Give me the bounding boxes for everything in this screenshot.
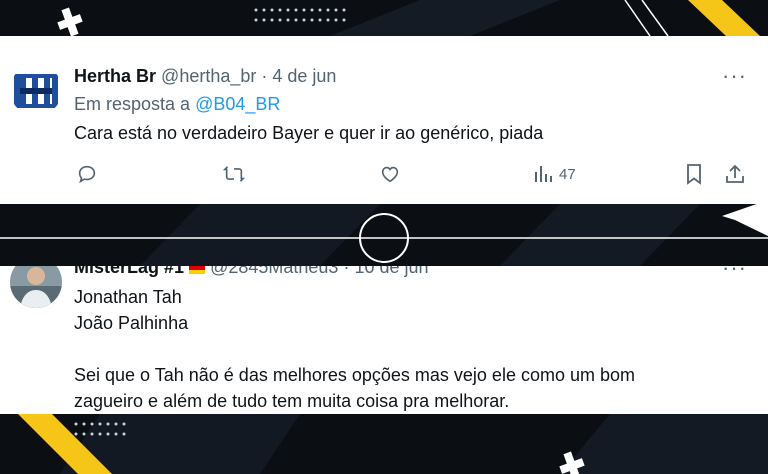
hertha-logo-icon [10, 64, 62, 116]
separator: · [256, 66, 273, 86]
tweet-text: Cara está no verdadeiro Bayer e quer ir … [74, 123, 544, 143]
timestamp[interactable]: 10 de jun [354, 266, 428, 277]
separator: · [338, 266, 355, 277]
share-icon [726, 164, 744, 183]
tweet-line: Jonathan Tah [74, 287, 182, 307]
tweet-line: Sei que o Tah não é das melhores opções … [74, 365, 635, 385]
tweet-line: zagueiro e além de tudo tem muita coisa … [74, 391, 510, 411]
display-name[interactable]: Hertha Br [74, 66, 156, 86]
tweet-text: Jonathan Tah João Palhinha Sei que o Tah… [74, 284, 635, 414]
avatar-hertha[interactable] [10, 64, 62, 116]
avatar-misterlag[interactable] [10, 266, 62, 308]
handle[interactable]: @hertha_br [161, 66, 256, 86]
tweet-card-hertha[interactable]: Hertha Br @hertha_br · 4 de jun ··· Em r… [0, 36, 768, 204]
timestamp[interactable]: 4 de jun [272, 66, 336, 86]
views-button[interactable]: 47 [533, 164, 576, 184]
bookmark-icon [687, 164, 701, 185]
views-count: 47 [559, 165, 576, 183]
reply-mention-link[interactable]: @B04_BR [195, 94, 280, 114]
bookmark-button[interactable] [684, 163, 704, 185]
tweet-header: Hertha Br @hertha_br · 4 de jun [74, 65, 336, 87]
views-icon [535, 166, 552, 182]
tweet-line: João Palhinha [74, 313, 189, 333]
display-name[interactable]: MisterLag #1 [74, 266, 184, 277]
handle[interactable]: @2845Matheu3 [210, 266, 338, 277]
retweet-icon [222, 166, 246, 182]
tweet-card-misterlag[interactable]: MisterLag #1 @2845Matheu3 · 10 de jun ··… [0, 266, 768, 414]
tweet-header: MisterLag #1 @2845Matheu3 · 10 de jun [74, 266, 429, 278]
reply-context: Em resposta a @B04_BR [74, 93, 280, 115]
like-button[interactable] [378, 163, 402, 185]
reply-icon [78, 165, 96, 184]
user-photo-icon [10, 266, 62, 308]
more-options-icon[interactable]: ··· [722, 266, 747, 279]
reply-prefix: Em resposta a [74, 94, 196, 114]
reply-button[interactable] [76, 163, 98, 185]
germany-flag-icon [189, 266, 206, 275]
retweet-button[interactable] [222, 163, 246, 185]
more-options-icon[interactable]: ··· [722, 65, 747, 87]
share-button[interactable] [724, 163, 746, 185]
like-icon [381, 166, 399, 183]
